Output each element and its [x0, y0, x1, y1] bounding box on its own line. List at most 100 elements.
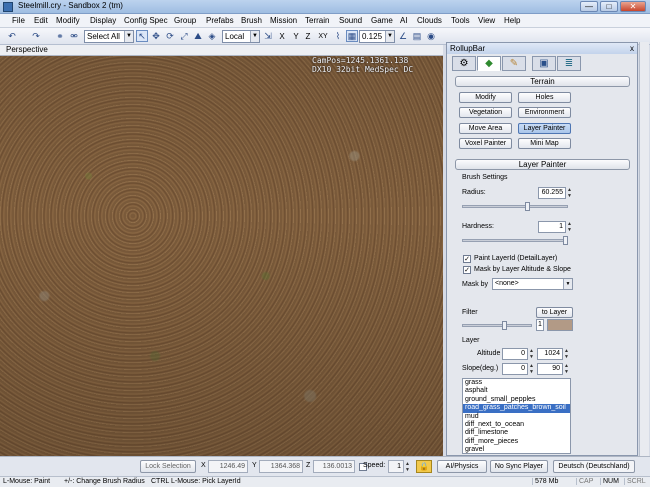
environment-button[interactable]: Environment [518, 107, 571, 118]
layer-painter-button[interactable]: Layer Painter [518, 123, 571, 134]
move-area-button[interactable]: Move Area [459, 123, 512, 134]
hardness-input[interactable]: 1 [538, 221, 566, 233]
rollup-close-icon[interactable]: x [630, 43, 634, 54]
mini-map-button[interactable]: Mini Map [518, 138, 571, 149]
rotate-icon[interactable]: ⟳ [164, 30, 176, 42]
redo-icon[interactable]: ↷ [30, 30, 42, 42]
hardness-slider-thumb[interactable] [563, 236, 568, 245]
ai-physics-button[interactable]: AI/Physics [437, 460, 487, 473]
terrain-tab-icon[interactable]: ◆ [477, 56, 501, 71]
angle-snap-icon[interactable]: ∠ [397, 30, 409, 42]
select-icon[interactable]: ↖ [136, 30, 148, 42]
hardness-spinner[interactable]: ▲ ▼ [566, 221, 573, 233]
menu-help[interactable]: Help [504, 16, 520, 25]
menu-clouds[interactable]: Clouds [417, 16, 442, 25]
altitude-max-spinner[interactable]: ▲ ▼ [563, 348, 570, 360]
terrain-section-header[interactable]: Terrain [455, 76, 630, 87]
lock-selection-button[interactable]: Lock Selection [140, 460, 196, 473]
slope-min-spinner[interactable]: ▲ ▼ [528, 363, 535, 375]
radius-slider[interactable] [462, 205, 568, 208]
axis-z-button[interactable]: Z [302, 30, 314, 42]
lock-icon[interactable]: 🔒 [416, 460, 432, 473]
reference-coord-combo[interactable]: Local ▼ [222, 30, 260, 43]
scale-icon[interactable]: ⤢ [178, 30, 190, 42]
list-item-selected[interactable]: road_grass_patches_brown_soil [463, 404, 570, 413]
altitude-max-input[interactable]: 1024 [537, 348, 563, 360]
close-button[interactable]: ✕ [620, 1, 646, 12]
slope-max-input[interactable]: 90 [537, 363, 563, 375]
objects-tab-icon[interactable]: ⚙ [452, 56, 476, 71]
menu-game[interactable]: Game [371, 16, 393, 25]
vegetation-button[interactable]: Vegetation [459, 107, 512, 118]
menu-ai[interactable]: AI [400, 16, 408, 25]
grid-size-combo[interactable]: 0.125 ▼ [359, 30, 395, 43]
minimize-button[interactable]: — [580, 1, 598, 12]
undo-icon[interactable]: ↶ [6, 30, 18, 42]
menu-mission[interactable]: Mission [270, 16, 297, 25]
menu-sound[interactable]: Sound [339, 16, 362, 25]
mask-by-dropdown[interactable]: <none> ▼ [492, 278, 573, 290]
viewport-label[interactable]: Perspective [6, 45, 48, 54]
filter-color-swatch[interactable] [547, 319, 573, 331]
filter-slider-thumb[interactable] [502, 321, 507, 330]
menu-terrain[interactable]: Terrain [305, 16, 329, 25]
z-coordinate-field[interactable]: 136.0013 [313, 460, 355, 473]
menu-modify[interactable]: Modify [56, 16, 80, 25]
layers-tab-icon[interactable]: ≣ [557, 56, 581, 71]
menu-config-spec[interactable]: Config Spec [124, 16, 168, 25]
radius-slider-thumb[interactable] [524, 202, 530, 211]
selection-mask-combo[interactable]: Select All ▼ [84, 30, 134, 43]
speed-input[interactable]: 1 [388, 460, 404, 473]
menu-prefabs[interactable]: Prefabs [206, 16, 234, 25]
ruler-icon[interactable]: ▤ [411, 30, 423, 42]
menu-edit[interactable]: Edit [34, 16, 48, 25]
perspective-viewport[interactable]: CamPos=1245.1361.138 DX10 32bit MedSpec … [0, 56, 443, 456]
speed-spinner[interactable]: ▲ ▼ [404, 461, 411, 473]
altitude-min-spinner[interactable]: ▲ ▼ [528, 348, 535, 360]
language-indicator[interactable]: Deutsch (Deutschland) [553, 460, 635, 473]
move-icon[interactable]: ✥ [150, 30, 162, 42]
menu-group[interactable]: Group [174, 16, 196, 25]
terrain-align-icon[interactable]: ⛰ [192, 30, 204, 42]
modify-button[interactable]: Modify [459, 92, 512, 103]
axis-y-button[interactable]: Y [290, 30, 302, 42]
voxel-painter-button[interactable]: Voxel Painter [459, 138, 512, 149]
slope-min-input[interactable]: 0 [502, 363, 528, 375]
maximize-button[interactable]: □ [600, 1, 618, 12]
unlink-icon[interactable]: ⚮ [68, 30, 80, 42]
radius-input[interactable]: 60.255 [538, 187, 566, 199]
snap-object-icon[interactable]: ◈ [206, 30, 218, 42]
list-item[interactable]: mud [463, 413, 570, 421]
rollup-scrollbar[interactable] [639, 42, 649, 456]
grid-snap-icon[interactable]: ▦ [346, 30, 358, 42]
filter-slider[interactable] [462, 324, 532, 327]
list-item[interactable]: diff_limestone [463, 429, 570, 437]
slope-max-spinner[interactable]: ▲ ▼ [563, 363, 570, 375]
material-icon[interactable]: ◉ [425, 30, 437, 42]
x-coordinate-field[interactable]: 1246.49 [208, 460, 248, 473]
list-item[interactable]: gravel [463, 446, 570, 453]
hardness-slider[interactable] [462, 239, 568, 242]
mask-altitude-checkbox[interactable]: ✓ [463, 266, 471, 274]
snap-terrain-icon[interactable]: ⌇ [332, 30, 344, 42]
menu-view[interactable]: View [478, 16, 495, 25]
to-layer-button[interactable]: to Layer [536, 307, 573, 318]
menu-tools[interactable]: Tools [451, 16, 470, 25]
menu-display[interactable]: Display [90, 16, 116, 25]
y-coordinate-field[interactable]: 1364.368 [259, 460, 303, 473]
list-item[interactable]: ground_small_pepples [463, 396, 570, 404]
radius-spinner[interactable]: ▲ ▼ [566, 187, 573, 199]
altitude-min-input[interactable]: 0 [502, 348, 528, 360]
modeling-tab-icon[interactable]: ✎ [502, 56, 526, 71]
display-tab-icon[interactable]: ▣ [532, 56, 556, 71]
list-item[interactable]: diff_next_to_ocean [463, 421, 570, 429]
list-item[interactable]: asphalt [463, 387, 570, 395]
menu-brush[interactable]: Brush [241, 16, 262, 25]
layer-painter-section-header[interactable]: Layer Painter [455, 159, 630, 170]
no-sync-player-button[interactable]: No Sync Player [490, 460, 548, 473]
paint-layerid-checkbox[interactable]: ✓ [463, 255, 471, 263]
layer-list[interactable]: grass asphalt ground_small_pepples road_… [462, 378, 571, 454]
menu-file[interactable]: File [12, 16, 25, 25]
axis-x-button[interactable]: X [276, 30, 288, 42]
link-icon[interactable]: ⚭ [54, 30, 66, 42]
